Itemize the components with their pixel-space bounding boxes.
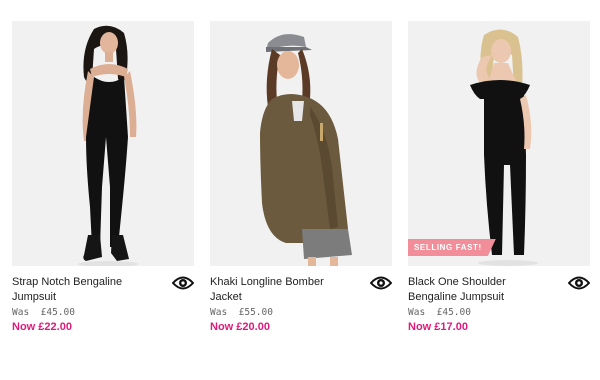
now-price: £17.00 — [434, 321, 468, 333]
product-title[interactable]: Khaki Longline Bomber Jacket — [210, 275, 350, 305]
product-title[interactable]: Strap Notch Bengaline Jumpsuit — [12, 275, 152, 305]
product-info: Strap Notch Bengaline Jumpsuit Was £45.0… — [12, 266, 194, 333]
quick-view-eye-icon[interactable] — [568, 275, 590, 291]
product-card[interactable]: Khaki Longline Bomber Jacket Was £55.00 … — [210, 21, 392, 333]
now-price-line: Now £22.00 — [12, 321, 194, 333]
now-price-line: Now £20.00 — [210, 321, 392, 333]
product-image[interactable] — [12, 21, 194, 266]
was-price-line: Was £55.00 — [210, 307, 392, 318]
product-image[interactable]: SELLING FAST! — [408, 21, 590, 266]
was-price-line: Was £45.00 — [408, 307, 590, 318]
was-price-line: Was £45.00 — [12, 307, 194, 318]
quick-view-eye-icon[interactable] — [172, 275, 194, 291]
product-image[interactable] — [210, 21, 392, 266]
was-price: £55.00 — [238, 307, 273, 318]
was-label: Was — [408, 307, 426, 318]
was-label: Was — [210, 307, 228, 318]
product-info: Khaki Longline Bomber Jacket Was £55.00 … — [210, 266, 392, 333]
product-card[interactable]: Strap Notch Bengaline Jumpsuit Was £45.0… — [12, 21, 194, 333]
now-price: £22.00 — [38, 321, 72, 333]
product-photo-strap-jumpsuit — [12, 21, 194, 266]
product-photo-one-shoulder-jumpsuit — [408, 21, 590, 266]
was-price: £45.00 — [436, 307, 471, 318]
selling-fast-badge: SELLING FAST! — [408, 239, 496, 256]
was-price: £45.00 — [40, 307, 75, 318]
product-photo-bomber-jacket — [210, 21, 392, 266]
now-price: £20.00 — [236, 321, 270, 333]
now-label: Now — [408, 321, 432, 333]
product-card[interactable]: SELLING FAST! Black One Shoulder Bengali… — [408, 21, 590, 333]
now-label: Now — [210, 321, 234, 333]
product-title[interactable]: Black One Shoulder Bengaline Jumpsuit — [408, 275, 548, 305]
now-label: Now — [12, 321, 36, 333]
quick-view-eye-icon[interactable] — [370, 275, 392, 291]
was-label: Was — [12, 307, 30, 318]
now-price-line: Now £17.00 — [408, 321, 590, 333]
product-grid: Strap Notch Bengaline Jumpsuit Was £45.0… — [0, 0, 600, 380]
product-info: Black One Shoulder Bengaline Jumpsuit Wa… — [408, 266, 590, 333]
